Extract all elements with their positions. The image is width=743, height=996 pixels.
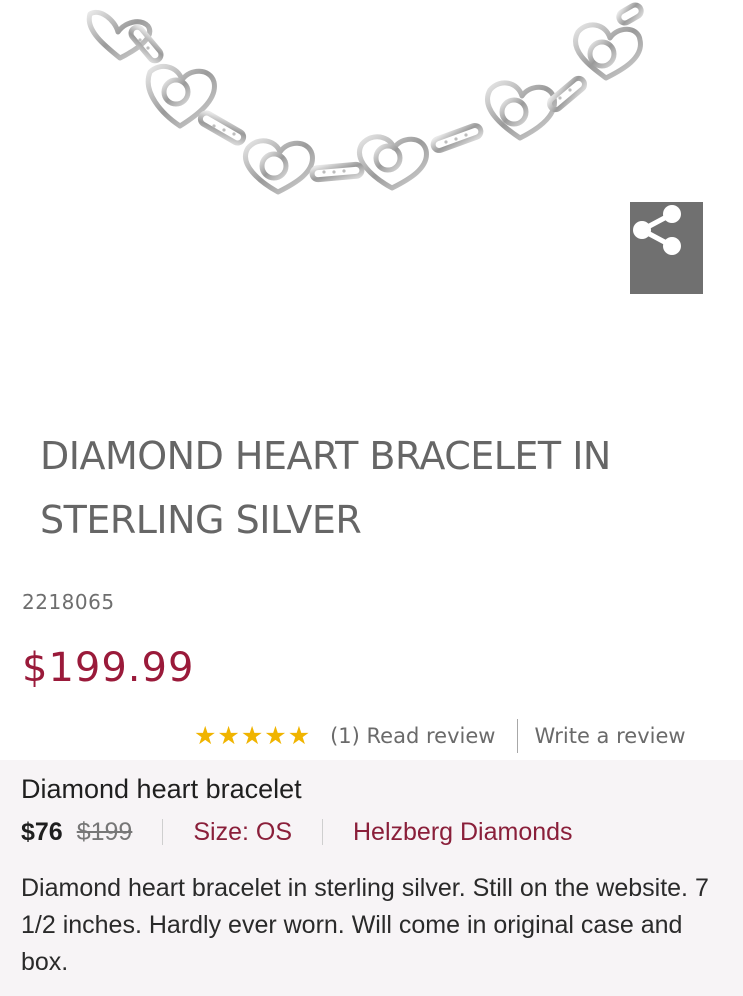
- product-title: DIAMOND HEART BRACELET IN STERLING SILVE…: [40, 434, 611, 542]
- star-icon: ★: [240, 721, 264, 750]
- product-image[interactable]: [0, 0, 743, 330]
- listing-details: Diamond heart bracelet $76 $199 Size: OS…: [0, 760, 743, 996]
- star-rating: ★ ★ ★ ★ ★: [194, 721, 311, 750]
- review-bar: ★ ★ ★ ★ ★ (1) Read review Write a review: [194, 718, 734, 754]
- write-review-link[interactable]: Write a review: [534, 724, 685, 748]
- review-divider: [517, 719, 519, 753]
- star-icon: ★: [264, 721, 287, 750]
- listing-meta: $76 $199 Size: OS Helzberg Diamonds: [21, 814, 573, 850]
- product-price: $199.99: [22, 645, 195, 691]
- meta-divider: [162, 819, 164, 845]
- product-sku: 2218065: [22, 590, 115, 614]
- listing-size[interactable]: Size: OS: [193, 818, 292, 847]
- star-icon: ★: [217, 721, 240, 750]
- star-icon: ★: [194, 721, 217, 750]
- star-icon: ★: [287, 721, 311, 750]
- listing-original-price: $199: [76, 817, 133, 846]
- share-button[interactable]: [630, 202, 703, 294]
- listing-price: $76: [21, 817, 63, 846]
- meta-divider: [322, 819, 323, 845]
- listing-brand-link[interactable]: Helzberg Diamonds: [353, 818, 573, 847]
- share-icon: [633, 205, 681, 255]
- listing-description: Diamond heart bracelet in sterling silve…: [21, 874, 709, 976]
- listing-title: Diamond heart bracelet: [21, 774, 302, 804]
- read-review-link[interactable]: (1) Read review: [330, 724, 495, 748]
